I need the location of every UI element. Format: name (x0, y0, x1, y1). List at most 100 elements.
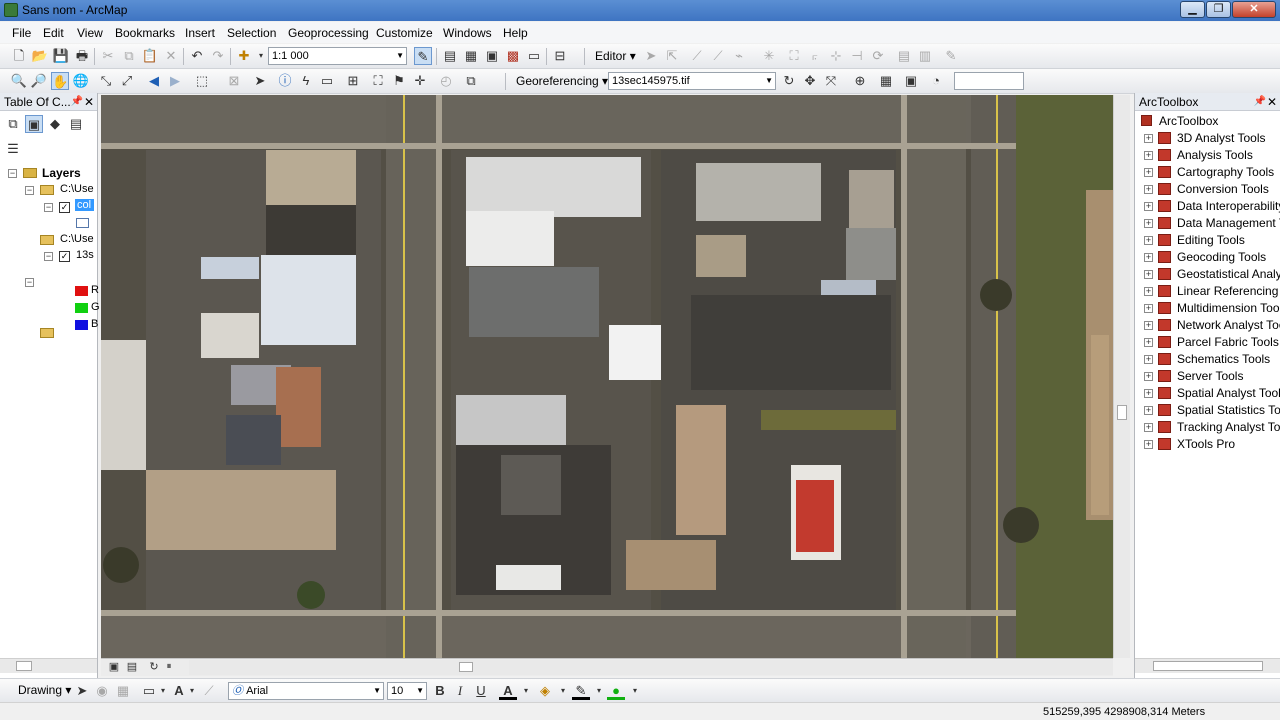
time-slider-icon[interactable]: ◴ (437, 72, 455, 90)
rotate-georef-icon[interactable]: ↻ (780, 72, 798, 90)
scrollbar-thumb[interactable] (1117, 405, 1127, 420)
straight-segment-icon[interactable]: ⟋ (688, 47, 706, 65)
catalog-window-icon[interactable]: ▤ (441, 47, 459, 65)
font-name-combo[interactable]: Ⓞ Arial ▼ (228, 682, 384, 700)
toolbox-item[interactable]: + Cartography Tools (1135, 164, 1280, 181)
marker-color-icon[interactable]: ● (607, 682, 625, 700)
undo-icon[interactable]: ↶ (188, 47, 206, 65)
line-color-icon[interactable]: ✎ (572, 682, 590, 700)
rotate-element-icon[interactable]: ◉ (93, 682, 111, 700)
menu-customize[interactable]: Customize (376, 26, 433, 40)
expand-icon[interactable]: + (1144, 355, 1153, 364)
scrollbar-thumb[interactable] (1153, 661, 1263, 671)
toolbox-item[interactable]: + Tracking Analyst Tools (1135, 419, 1280, 436)
toolbox-item[interactable]: + XTools Pro (1135, 436, 1280, 453)
toolbox-item[interactable]: + Multidimension Tools (1135, 300, 1280, 317)
georeferencing-menu[interactable]: Georeferencing ▾ (516, 74, 608, 88)
collapse-layer-icon[interactable]: − (44, 203, 53, 212)
add-data-icon[interactable]: ✚ (235, 47, 253, 65)
toolbox-item[interactable]: + Network Analyst Tools (1135, 317, 1280, 334)
toolbox-item[interactable]: + Schematics Tools (1135, 351, 1280, 368)
cut-polygons-icon[interactable]: ⊹ (827, 47, 845, 65)
clear-selection-icon[interactable]: ⊠ (225, 72, 243, 90)
scale-georef-icon[interactable]: ⤧ (822, 72, 840, 90)
chevron-down-icon[interactable]: ▾ (626, 682, 644, 700)
list-by-source-icon[interactable]: ▣ (25, 115, 43, 133)
expand-icon[interactable]: + (1144, 287, 1153, 296)
python-window-icon[interactable]: ▭ (525, 47, 543, 65)
fixed-zoom-out-icon[interactable]: ⤢ (118, 72, 136, 90)
edit-vertices-icon[interactable]: ⟋ (200, 682, 218, 700)
underline-button[interactable]: U (472, 682, 490, 700)
toc-options-icon[interactable]: ☰ (4, 140, 22, 158)
toolbox-item[interactable]: + Data Interoperability Tools (1135, 198, 1280, 215)
collapse-group-icon[interactable]: − (25, 186, 34, 195)
map-vertical-scrollbar[interactable] (1113, 95, 1130, 658)
pin-icon[interactable]: 📌 (71, 93, 83, 111)
menu-selection[interactable]: Selection (227, 26, 276, 40)
toc-layer-col[interactable]: col (75, 199, 94, 211)
scrollbar-thumb[interactable] (16, 661, 32, 671)
select-elements-icon[interactable]: ➤ (251, 72, 269, 90)
font-size-combo[interactable]: 10 ▼ (387, 682, 427, 700)
copy-icon[interactable]: ⧉ (120, 47, 138, 65)
toc-horizontal-scrollbar[interactable] (0, 658, 97, 673)
toolbox-item[interactable]: + Spatial Analyst Tools (1135, 385, 1280, 402)
expand-icon[interactable]: + (1144, 253, 1153, 262)
collapse-group-icon[interactable]: − (25, 278, 34, 287)
pan-hand-icon[interactable]: ✋ (51, 72, 69, 90)
close-button[interactable]: ✕ (1232, 1, 1276, 18)
expand-icon[interactable]: + (1144, 168, 1153, 177)
chevron-down-icon[interactable]: ▾ (183, 682, 201, 700)
select-elements-icon[interactable]: ➤ (73, 682, 91, 700)
collapse-layers-icon[interactable]: − (8, 169, 17, 178)
model-builder-icon[interactable]: ⊟ (551, 47, 569, 65)
toolbox-item[interactable]: + Analysis Tools (1135, 147, 1280, 164)
menu-edit[interactable]: Edit (43, 26, 64, 40)
toolbox-item[interactable]: + Editing Tools (1135, 232, 1280, 249)
maximize-button[interactable]: ❐ (1206, 1, 1231, 18)
pin-icon[interactable]: 📌 (1254, 93, 1266, 111)
drawing-menu[interactable]: Drawing ▾ (18, 683, 71, 697)
italic-button[interactable]: I (451, 682, 469, 700)
toc-layer-13s[interactable]: 13s (76, 249, 94, 261)
arctoolbox-horizontal-scrollbar[interactable] (1135, 658, 1280, 673)
attributes-icon[interactable]: ▤ (895, 47, 913, 65)
identify-icon[interactable]: ⓘ (276, 72, 294, 90)
toolbox-item[interactable]: + Parcel Fabric Tools (1135, 334, 1280, 351)
menu-view[interactable]: View (77, 26, 103, 40)
split-tool-icon[interactable]: ⊣ (848, 47, 866, 65)
expand-icon[interactable]: + (1144, 440, 1153, 449)
list-by-drawing-order-icon[interactable]: ⧉ (4, 115, 22, 133)
bold-button[interactable]: B (431, 682, 449, 700)
find-binoculars-icon[interactable]: ⛶ (369, 72, 387, 90)
zoom-in-icon[interactable]: 🔍 (10, 72, 28, 90)
toc-window-icon[interactable]: ▦ (462, 47, 480, 65)
arctoolbox-window-icon[interactable]: ▩ (504, 47, 522, 65)
toolbox-item[interactable]: + Spatial Statistics Tools (1135, 402, 1280, 419)
expand-icon[interactable]: + (1144, 185, 1153, 194)
layout-view-icon[interactable]: ▤ (123, 659, 141, 675)
aerial-imagery[interactable] (101, 95, 1113, 658)
toolbox-item[interactable]: + Geostatistical Analyst Tools (1135, 266, 1280, 283)
expand-icon[interactable]: + (1144, 134, 1153, 143)
zoom-out-icon[interactable]: 🔎 (30, 72, 48, 90)
georef-layer-combo[interactable]: 13sec145975.tif ▼ (608, 72, 776, 90)
rotate-tool-icon[interactable]: ⟳ (869, 47, 887, 65)
pause-drawing-icon[interactable]: ⏸ (160, 659, 178, 675)
scrollbar-thumb[interactable] (459, 662, 473, 672)
sketch-properties-icon[interactable]: ▥ (916, 47, 934, 65)
create-features-icon[interactable]: ✎ (942, 47, 960, 65)
list-by-visibility-icon[interactable]: ◆ (46, 115, 64, 133)
back-arrow-icon[interactable]: ◀ (145, 72, 163, 90)
forward-arrow-icon[interactable]: ▶ (166, 72, 184, 90)
expand-icon[interactable]: + (1144, 219, 1153, 228)
hyperlink-icon[interactable]: ϟ (297, 72, 315, 90)
search-window-icon[interactable]: ▣ (483, 47, 501, 65)
toc-source-folder-1[interactable]: C:\Use (60, 183, 94, 195)
toolbox-item[interactable]: +3D Analyst Tools (1135, 130, 1280, 147)
expand-icon[interactable]: + (1144, 423, 1153, 432)
layers-root[interactable]: Layers (42, 166, 81, 180)
delete-icon[interactable]: ✕ (162, 47, 180, 65)
fill-color-icon[interactable]: ◈ (536, 682, 554, 700)
